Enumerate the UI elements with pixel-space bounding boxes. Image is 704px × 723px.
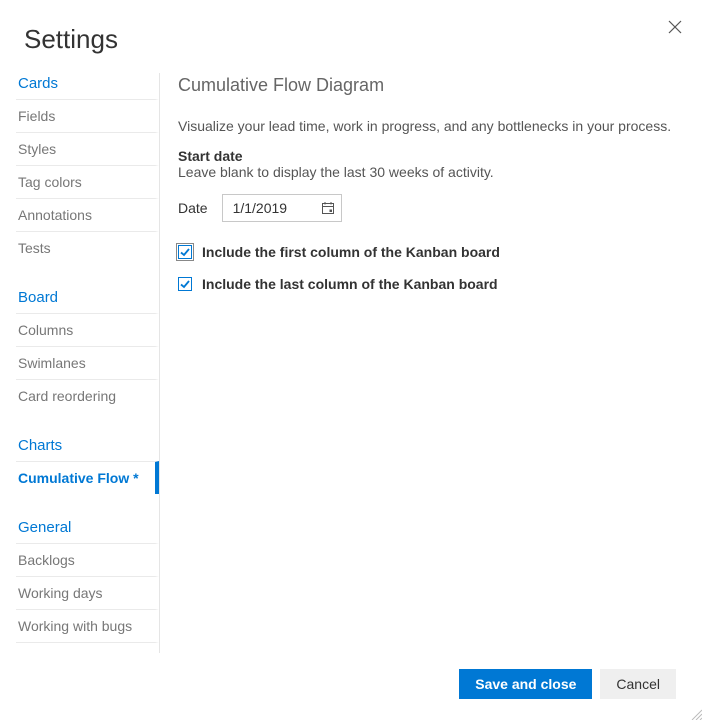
start-date-help: Leave blank to display the last 30 weeks… — [178, 164, 684, 180]
date-label: Date — [178, 200, 208, 216]
settings-dialog: Settings Cards Fields Styles Tag colors … — [0, 0, 704, 721]
include-last-column-label: Include the last column of the Kanban bo… — [202, 276, 498, 292]
sidebar-section-general[interactable]: General — [16, 510, 159, 543]
sidebar-item-tests[interactable]: Tests — [16, 231, 159, 264]
sidebar-item-card-reordering[interactable]: Card reordering — [16, 379, 159, 412]
sidebar-item-tag-colors[interactable]: Tag colors — [16, 165, 159, 198]
sidebar-section-cards[interactable]: Cards — [16, 73, 159, 99]
sidebar-section-board[interactable]: Board — [16, 280, 159, 313]
calendar-icon[interactable] — [321, 201, 335, 215]
content-panel: Cumulative Flow Diagram Visualize your l… — [160, 73, 704, 653]
content-description: Visualize your lead time, work in progre… — [178, 118, 684, 134]
dialog-title: Settings — [0, 0, 704, 73]
sidebar-item-fields[interactable]: Fields — [16, 99, 159, 132]
sidebar-section-charts[interactable]: Charts — [16, 428, 159, 461]
resize-grip-icon[interactable] — [690, 707, 702, 719]
save-and-close-button[interactable]: Save and close — [459, 669, 592, 699]
start-date-label: Start date — [178, 148, 684, 164]
include-first-column-label: Include the first column of the Kanban b… — [202, 244, 500, 260]
sidebar-item-columns[interactable]: Columns — [16, 313, 159, 346]
close-icon[interactable] — [668, 20, 682, 34]
sidebar-item-cumulative-flow[interactable]: Cumulative Flow * — [16, 461, 159, 494]
dialog-footer: Save and close Cancel — [459, 669, 676, 699]
sidebar-item-working-with-bugs[interactable]: Working with bugs — [16, 609, 159, 643]
include-first-column-checkbox[interactable] — [178, 245, 192, 259]
cancel-button[interactable]: Cancel — [600, 669, 676, 699]
sidebar-item-working-days[interactable]: Working days — [16, 576, 159, 609]
settings-sidebar: Cards Fields Styles Tag colors Annotatio… — [16, 73, 160, 653]
sidebar-item-backlogs[interactable]: Backlogs — [16, 543, 159, 576]
sidebar-item-swimlanes[interactable]: Swimlanes — [16, 346, 159, 379]
sidebar-item-styles[interactable]: Styles — [16, 132, 159, 165]
content-title: Cumulative Flow Diagram — [178, 75, 684, 96]
sidebar-item-annotations[interactable]: Annotations — [16, 198, 159, 231]
date-input-container — [222, 194, 342, 222]
date-input[interactable] — [233, 200, 311, 216]
include-last-column-checkbox[interactable] — [178, 277, 192, 291]
